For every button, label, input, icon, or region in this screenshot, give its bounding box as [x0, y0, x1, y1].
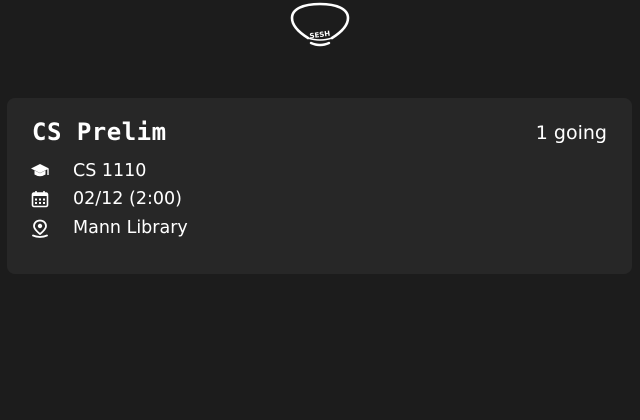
course-row: CS 1110 — [30, 159, 146, 183]
lightbulb-icon: SESH — [290, 2, 350, 47]
session-title: CS Prelim — [32, 118, 167, 146]
location-label: Mann Library — [73, 218, 188, 238]
attendance-count[interactable]: 1 going — [536, 120, 607, 146]
course-label: CS 1110 — [73, 161, 147, 181]
calendar-icon — [30, 189, 50, 209]
graduation-cap-icon — [30, 161, 50, 181]
datetime-row: 02/12 (2:00) — [30, 187, 182, 211]
location-pin-icon — [30, 218, 50, 238]
session-card[interactable]: CS Prelim 1 going CS 1110 02/12 (2:00) M… — [7, 98, 632, 274]
sesh-logo[interactable]: SESH — [288, 2, 352, 48]
location-row: Mann Library — [30, 216, 188, 240]
datetime-label: 02/12 (2:00) — [73, 189, 182, 209]
